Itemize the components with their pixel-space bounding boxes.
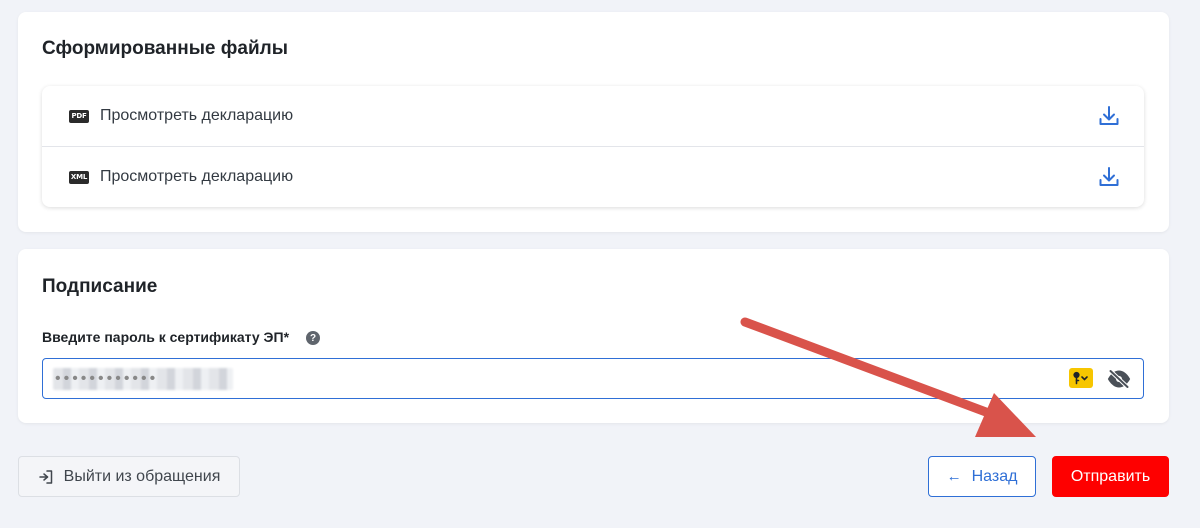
certificate-password-field[interactable] <box>42 358 1144 399</box>
certificate-password-input[interactable] <box>55 359 955 398</box>
file-row-pdf[interactable]: PDF Просмотреть декларацию <box>42 86 1144 147</box>
arrow-left-icon: ← <box>946 468 962 485</box>
key-selector-icon[interactable] <box>1069 368 1093 388</box>
signing-title: Подписание <box>42 276 158 297</box>
send-label: Отправить <box>1070 467 1151 485</box>
file-row-xml[interactable]: XML Просмотреть декларацию <box>42 147 1144 207</box>
signing-card: Подписание Введите пароль к сертификату … <box>18 249 1169 423</box>
file-list: PDF Просмотреть декларацию XML Просмотре… <box>42 86 1144 207</box>
view-declaration-pdf-link[interactable]: Просмотреть декларацию <box>100 107 293 125</box>
exit-request-button[interactable]: Выйти из обращения <box>18 456 240 497</box>
eye-off-icon[interactable] <box>1107 368 1131 390</box>
exit-request-label: Выйти из обращения <box>63 467 221 485</box>
view-declaration-xml-link[interactable]: Просмотреть декларацию <box>100 168 293 186</box>
generated-files-card: Сформированные файлы PDF Просмотреть дек… <box>18 12 1169 232</box>
download-icon[interactable] <box>1096 164 1122 190</box>
back-label: Назад <box>971 467 1018 485</box>
help-icon[interactable]: ? <box>306 331 320 345</box>
pdf-file-icon: PDF <box>69 109 89 123</box>
password-label: Введите пароль к сертификату ЭП* <box>42 329 290 345</box>
xml-file-icon: XML <box>69 170 89 184</box>
exit-icon <box>38 469 54 485</box>
download-icon[interactable] <box>1096 103 1122 129</box>
back-button[interactable]: ← Назад <box>928 456 1036 497</box>
send-button[interactable]: Отправить <box>1052 456 1169 497</box>
generated-files-title: Сформированные файлы <box>42 38 288 59</box>
